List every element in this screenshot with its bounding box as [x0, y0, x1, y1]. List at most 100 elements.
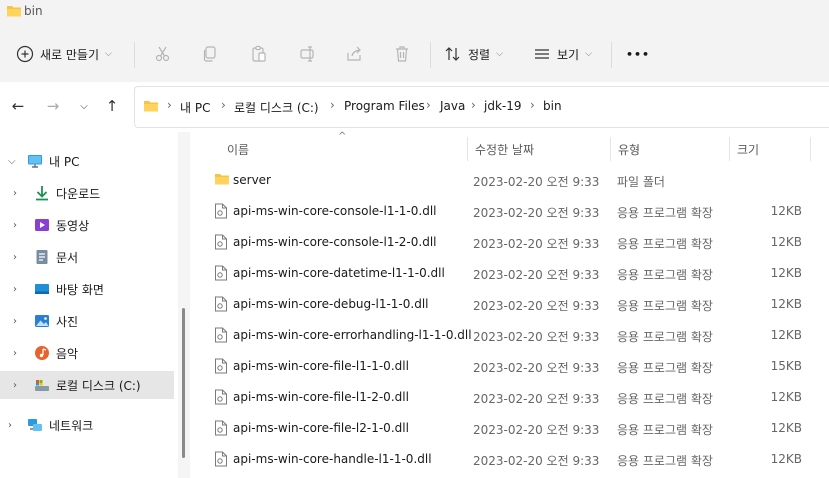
column-header-name[interactable]: 이름 — [227, 141, 249, 158]
monitor-icon — [28, 155, 42, 168]
sidebar-item-label: 동영상 — [56, 218, 90, 233]
dll-file-icon — [214, 296, 228, 315]
sort-ascending-icon: ^ — [338, 131, 347, 142]
dll-file-icon — [214, 389, 228, 408]
more-options-button[interactable]: ••• — [626, 38, 650, 70]
chevron-down-icon: ⌵ — [585, 49, 592, 59]
sidebar-item-videos[interactable]: › 동영상 — [0, 211, 174, 239]
file-name: api-ms-win-core-file-l2-1-0.dll — [233, 421, 409, 435]
sidebar-item-network[interactable]: › 네트워크 — [0, 411, 174, 439]
share-button[interactable] — [342, 42, 366, 66]
column-header-date[interactable]: 수정한 날짜 — [475, 141, 534, 158]
sort-icon — [445, 47, 460, 61]
file-type: 응용 프로그램 확장 — [617, 392, 713, 406]
sidebar-item-desktop[interactable]: › 바탕 화면 — [0, 275, 174, 303]
file-row[interactable]: api-ms-win-core-handle-l1-1-0.dll 2023-02… — [206, 444, 810, 475]
file-row[interactable]: api-ms-win-core-datetime-l1-1-0.dll 2023-… — [206, 258, 810, 289]
sidebar-item-label: 네트워크 — [49, 418, 94, 433]
sidebar-item-label: 내 PC — [49, 154, 80, 169]
sidebar-item-label: 바탕 화면 — [56, 282, 104, 297]
column-header-size[interactable]: 크기 — [737, 141, 759, 158]
file-row[interactable]: api-ms-win-core-file-l1-2-0.dll 2023-02-2… — [206, 382, 810, 413]
scissors-icon — [155, 46, 170, 62]
new-button-label: 새로 만들기 — [40, 47, 100, 62]
sidebar-item-pictures[interactable]: › 사진 — [0, 307, 174, 335]
file-date: 2023-02-20 오전 9:33 — [473, 206, 600, 220]
back-button[interactable]: ← — [8, 96, 28, 116]
drive-icon — [35, 380, 49, 391]
file-date: 2023-02-20 오전 9:33 — [473, 299, 600, 313]
breadcrumb-item[interactable]: bin — [543, 99, 562, 113]
file-type: 파일 폴더 — [617, 175, 665, 189]
file-row[interactable]: api-ms-win-core-console-l1-2-0.dll 2023-0… — [206, 227, 810, 258]
dll-file-icon — [214, 358, 228, 377]
breadcrumb-item[interactable]: Java — [440, 99, 465, 113]
breadcrumb-item[interactable]: jdk-19 — [484, 99, 522, 113]
file-row[interactable]: api-ms-win-core-file-l2-1-0.dll 2023-02-2… — [206, 413, 810, 444]
file-size: 12KB — [770, 452, 802, 466]
cut-button[interactable] — [151, 42, 175, 66]
file-date: 2023-02-20 오전 9:33 — [473, 361, 600, 375]
rename-button[interactable] — [296, 42, 320, 66]
breadcrumb-separator: › — [426, 98, 431, 112]
chevron-right-icon: › — [8, 419, 12, 431]
navigation-pane: ⌵ 내 PC › 다운로드 › 동영상 › 문서 › 바탕 화면 › 사진 › … — [0, 132, 176, 478]
file-row[interactable]: api-ms-win-core-console-l1-1-0.dll 2023-0… — [206, 196, 810, 227]
copy-button[interactable] — [198, 42, 222, 66]
sort-button-label: 정렬 — [468, 47, 491, 62]
column-divider[interactable] — [729, 137, 730, 161]
chevron-right-icon: › — [13, 347, 17, 359]
folder-icon — [144, 101, 158, 112]
breadcrumb-separator: › — [167, 98, 172, 112]
file-row[interactable]: api-ms-win-core-file-l1-1-0.dll 2023-02-2… — [206, 351, 810, 382]
paste-button[interactable] — [247, 42, 271, 66]
file-type: 응용 프로그램 확장 — [617, 423, 713, 437]
file-name: api-ms-win-core-handle-l1-1-0.dll — [233, 452, 432, 466]
view-button[interactable]: 보기 ⌵ — [533, 38, 592, 70]
file-row[interactable]: server 2023-02-20 오전 9:33 파일 폴더 — [206, 165, 810, 196]
list-view-icon — [535, 49, 549, 59]
sidebar-item-documents[interactable]: › 문서 — [0, 243, 174, 271]
file-row[interactable]: api-ms-win-core-debug-l1-1-0.dll 2023-02-… — [206, 289, 810, 320]
file-type: 응용 프로그램 확장 — [617, 361, 713, 375]
file-date: 2023-02-20 오전 9:33 — [473, 454, 600, 468]
forward-button[interactable]: → — [43, 96, 63, 116]
breadcrumb-separator: › — [471, 98, 476, 112]
column-header-type[interactable]: 유형 — [618, 141, 640, 158]
sidebar-scrollbar-thumb[interactable] — [182, 308, 185, 458]
new-button[interactable]: 새로 만들기 ⌵ — [16, 38, 112, 70]
file-type: 응용 프로그램 확장 — [617, 237, 713, 251]
file-name: api-ms-win-core-file-l1-1-0.dll — [233, 359, 409, 373]
file-size: 12KB — [770, 328, 802, 342]
file-type: 응용 프로그램 확장 — [617, 268, 713, 282]
sidebar-item-local-disk[interactable]: › 로컬 디스크 (C:) — [0, 371, 174, 399]
breadcrumb-item[interactable]: Program Files — [344, 99, 425, 113]
file-date: 2023-02-20 오전 9:33 — [473, 392, 600, 406]
recent-locations-button[interactable]: ⌵ — [74, 96, 94, 116]
file-name: api-ms-win-core-console-l1-2-0.dll — [233, 235, 437, 249]
file-row[interactable]: api-ms-win-core-errorhandling-l1-1-0.dll… — [206, 320, 810, 351]
title-bar: bin — [0, 0, 829, 26]
sort-button[interactable]: 정렬 ⌵ — [444, 38, 503, 70]
column-divider[interactable] — [610, 137, 611, 161]
document-icon — [36, 250, 48, 264]
file-size: 12KB — [770, 204, 802, 218]
chevron-down-icon: ⌵ — [105, 49, 112, 59]
clipboard-icon — [252, 45, 266, 62]
chevron-right-icon: › — [13, 251, 17, 263]
breadcrumb-item[interactable]: 로컬 디스크 (C:) — [234, 99, 319, 116]
chevron-down-icon: ⌵ — [80, 100, 88, 112]
sidebar-item-music[interactable]: › 음악 — [0, 339, 174, 367]
dll-file-icon — [214, 420, 228, 439]
file-size: 12KB — [770, 235, 802, 249]
delete-button[interactable] — [390, 42, 414, 66]
file-name: api-ms-win-core-debug-l1-1-0.dll — [233, 297, 429, 311]
column-divider[interactable] — [467, 137, 468, 161]
column-divider[interactable] — [810, 137, 811, 161]
up-button[interactable]: ↑ — [102, 96, 122, 116]
download-icon — [36, 186, 48, 201]
sidebar-item-downloads[interactable]: › 다운로드 — [0, 179, 174, 207]
breadcrumb-item[interactable]: 내 PC — [180, 99, 210, 116]
file-size: 12KB — [770, 390, 802, 404]
sidebar-item-this-pc[interactable]: ⌵ 내 PC — [0, 147, 174, 175]
